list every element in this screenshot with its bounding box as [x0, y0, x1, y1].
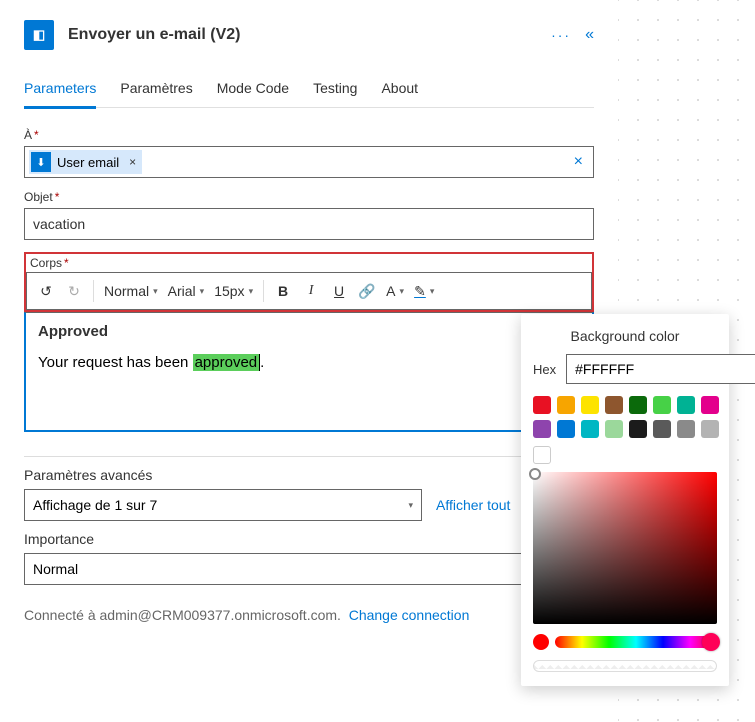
outlook-icon: ◧ — [24, 20, 54, 50]
swatch[interactable] — [557, 396, 575, 414]
collapse-panel-button[interactable]: « — [585, 26, 594, 44]
swatch[interactable] — [701, 420, 719, 438]
tab-parametres[interactable]: Paramètres — [120, 74, 192, 107]
rich-text-toolbar: ↺ ↻ Normal▾ Arial▾ 15px▾ B I U 🔗 A▾ ✎▾ — [26, 272, 592, 310]
swatch[interactable] — [653, 396, 671, 414]
hue-thumb[interactable] — [702, 633, 720, 651]
swatch[interactable] — [533, 396, 551, 414]
swatch[interactable] — [677, 420, 695, 438]
clear-to-icon[interactable]: × — [568, 153, 589, 171]
panel-header: ◧ Envoyer un e-mail (V2) ··· « — [24, 20, 594, 50]
remove-recipient-icon[interactable]: × — [129, 155, 136, 169]
background-color-button[interactable]: ✎▾ — [410, 277, 438, 305]
swatch[interactable] — [605, 420, 623, 438]
divider — [24, 456, 594, 457]
to-label: À* — [24, 128, 594, 142]
color-picker-popover: Background color Hex — [521, 314, 729, 686]
chevron-down-icon: ▾ — [430, 286, 435, 297]
swatch[interactable] — [581, 420, 599, 438]
body-editor[interactable]: Approved Your request has been approved. — [24, 312, 594, 432]
font-color-button[interactable]: A▾ — [382, 277, 408, 305]
tabs: Parameters Paramètres Mode Code Testing … — [24, 74, 594, 108]
to-input[interactable]: ⬇ User email × × — [24, 146, 594, 178]
highlighted-text: approved — [193, 354, 261, 371]
hex-input[interactable] — [566, 354, 755, 384]
more-actions-button[interactable]: ··· — [551, 27, 571, 43]
advanced-params-label: Paramètres avancés — [24, 467, 594, 483]
chevron-down-icon: ▾ — [200, 286, 205, 297]
swatch[interactable] — [629, 420, 647, 438]
advanced-params-select[interactable]: Affichage de 1 sur 7 ▾ — [24, 489, 422, 521]
swatch[interactable] — [605, 396, 623, 414]
font-size-dropdown[interactable]: 15px▾ — [210, 277, 257, 305]
body-section-highlighted: Corps* ↺ ↻ Normal▾ Arial▾ 15px▾ B I U 🔗 … — [24, 252, 594, 312]
picker-thumb[interactable] — [529, 468, 541, 480]
chevron-down-icon: ▾ — [408, 500, 413, 511]
subject-input[interactable] — [24, 208, 594, 240]
swatch[interactable] — [533, 420, 551, 438]
hex-label: Hex — [533, 362, 556, 377]
alpha-slider[interactable] — [533, 660, 717, 672]
swatch[interactable] — [557, 420, 575, 438]
style-dropdown[interactable]: Normal▾ — [100, 277, 162, 305]
current-color-swatch — [533, 634, 549, 650]
redo-button[interactable]: ↻ — [61, 277, 87, 305]
italic-button[interactable]: I — [298, 277, 324, 305]
tab-testing[interactable]: Testing — [313, 74, 357, 107]
swatch-white[interactable] — [533, 446, 551, 464]
chevron-down-icon: ▾ — [153, 286, 158, 297]
swatch[interactable] — [581, 396, 599, 414]
swatch[interactable] — [677, 396, 695, 414]
undo-button[interactable]: ↺ — [33, 277, 59, 305]
chevron-down-icon: ▾ — [400, 286, 405, 297]
body-line: Your request has been approved. — [38, 354, 580, 371]
saturation-lightness-picker[interactable] — [533, 472, 717, 624]
subject-label: Objet* — [24, 190, 594, 204]
color-picker-title: Background color — [533, 328, 717, 344]
panel-title: Envoyer un e-mail (V2) — [68, 26, 537, 44]
change-connection-link[interactable]: Change connection — [349, 607, 470, 623]
body-heading: Approved — [38, 323, 580, 340]
swatch[interactable] — [701, 396, 719, 414]
hue-slider[interactable] — [555, 636, 717, 648]
recipient-pill[interactable]: ⬇ User email × — [29, 150, 142, 174]
underline-button[interactable]: U — [326, 277, 352, 305]
recipient-pill-label: User email — [57, 155, 119, 170]
tab-parameters[interactable]: Parameters — [24, 74, 96, 109]
show-all-link[interactable]: Afficher tout — [436, 497, 510, 513]
dynamic-content-icon: ⬇ — [31, 152, 51, 172]
body-label: Corps* — [26, 254, 592, 272]
chevron-down-icon: ▾ — [249, 286, 254, 297]
font-dropdown[interactable]: Arial▾ — [164, 277, 209, 305]
link-button[interactable]: 🔗 — [354, 277, 380, 305]
connection-info: Connecté à admin@CRM009377.onmicrosoft.c… — [24, 607, 594, 623]
tab-mode-code[interactable]: Mode Code — [217, 74, 289, 107]
importance-select[interactable]: Normal ▾ — [24, 553, 594, 585]
tab-about[interactable]: About — [381, 74, 418, 107]
bold-button[interactable]: B — [270, 277, 296, 305]
importance-label: Importance — [24, 531, 594, 547]
color-swatches — [533, 396, 717, 438]
swatch[interactable] — [629, 396, 647, 414]
swatch[interactable] — [653, 420, 671, 438]
